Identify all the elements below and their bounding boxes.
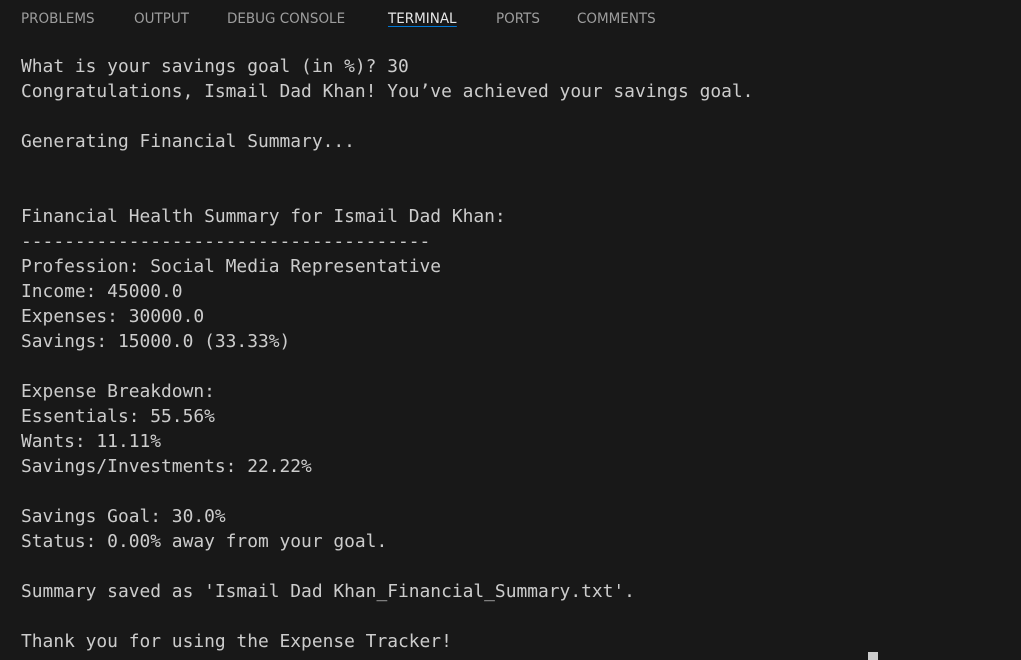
terminal-line-summary-saved: Summary saved as 'Ismail Dad Khan_Financ… [21, 581, 635, 602]
terminal-line-wants: Wants: 11.11% [21, 431, 162, 452]
terminal-cursor [868, 652, 878, 660]
terminal-line-status: Status: 0.00% away from your goal. [21, 531, 388, 552]
terminal-line-savings: Savings: 15000.0 (33.33%) [21, 331, 291, 352]
terminal-line-savings-goal-prompt: What is your savings goal (in %)? 30 [21, 56, 409, 77]
terminal-line-congratulations: Congratulations, Ismail Dad Khan! You’ve… [21, 81, 754, 102]
panel-tab-bar: PROBLEMS OUTPUT DEBUG CONSOLE TERMINAL P… [0, 0, 1021, 42]
terminal-line-generating: Generating Financial Summary... [21, 131, 355, 152]
terminal-line-expenses: Expenses: 30000.0 [21, 306, 205, 327]
terminal-line-profession: Profession: Social Media Representative [21, 256, 442, 277]
terminal-line-income: Income: 45000.0 [21, 281, 183, 302]
terminal-line-expense-breakdown: Expense Breakdown: [21, 381, 215, 402]
terminal-output[interactable]: What is your savings goal (in %)? 30 Con… [21, 54, 1011, 660]
terminal-line-savings-investments: Savings/Investments: 22.22% [21, 456, 312, 477]
tab-problems[interactable]: PROBLEMS [21, 0, 95, 27]
tab-output[interactable]: OUTPUT [134, 0, 189, 27]
terminal-line-summary-title: Financial Health Summary for Ismail Dad … [21, 206, 506, 227]
tab-comments[interactable]: COMMENTS [577, 0, 656, 27]
terminal-line-separator: -------------------------------------- [21, 231, 431, 252]
terminal-line-thank-you: Thank you for using the Expense Tracker! [21, 631, 452, 652]
terminal-line-savings-goal: Savings Goal: 30.0% [21, 506, 226, 527]
tab-debug-console[interactable]: DEBUG CONSOLE [227, 0, 345, 27]
terminal-line-essentials: Essentials: 55.56% [21, 406, 215, 427]
tab-ports[interactable]: PORTS [496, 0, 540, 27]
tab-terminal[interactable]: TERMINAL [388, 0, 457, 27]
